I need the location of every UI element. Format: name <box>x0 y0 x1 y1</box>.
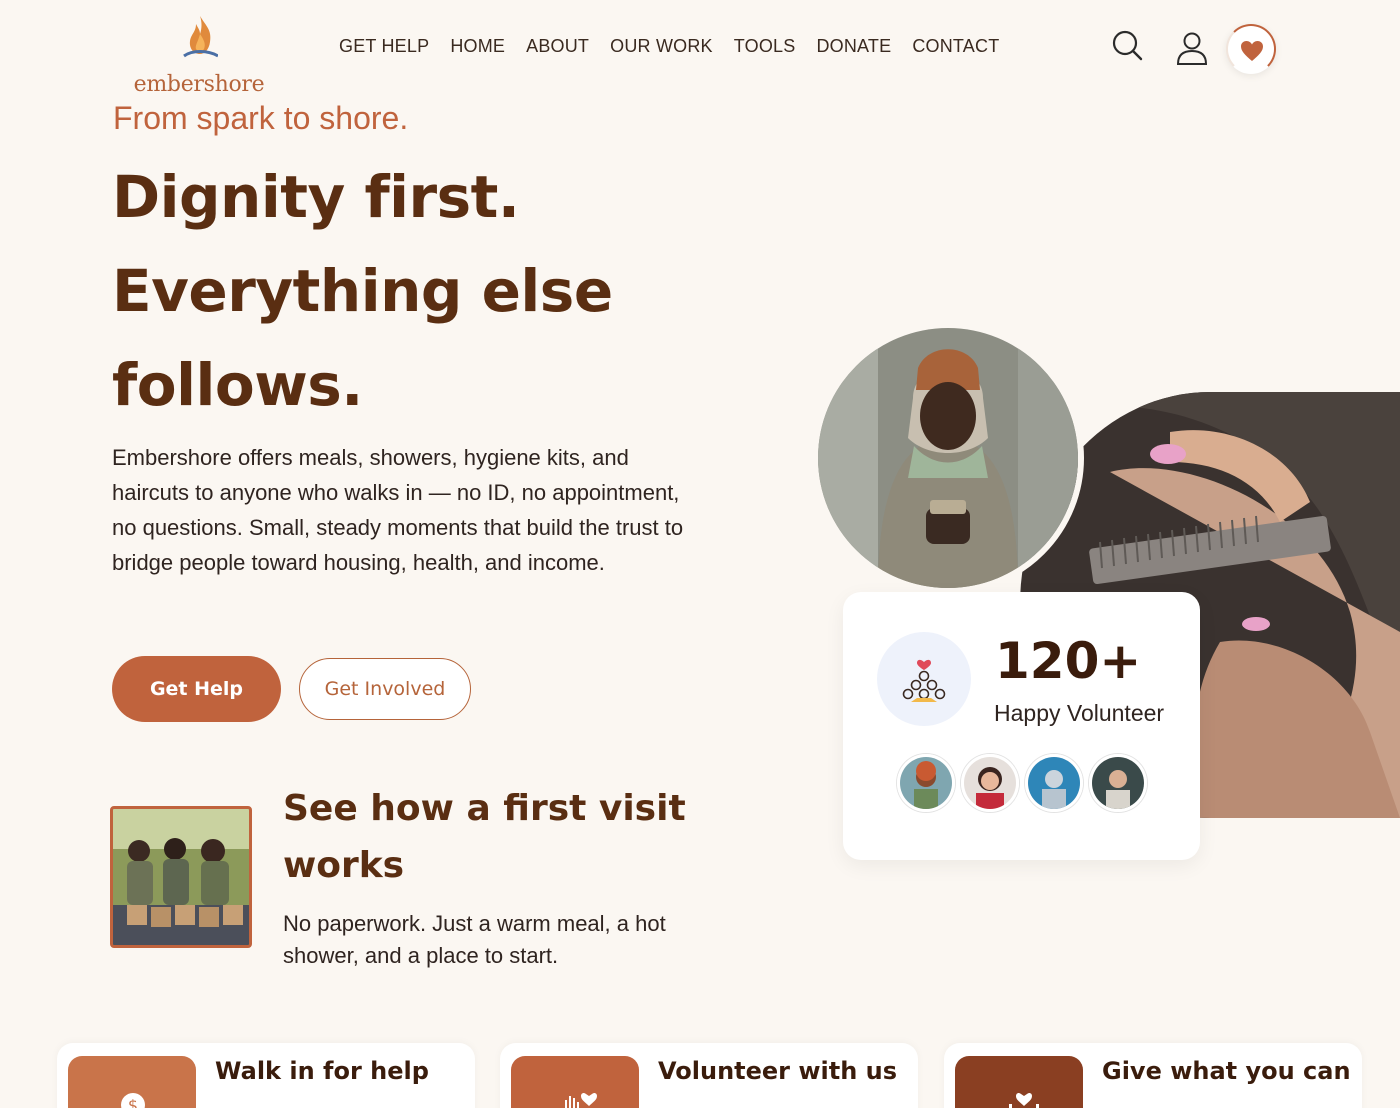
nav-item-home[interactable]: HOME <box>450 36 505 57</box>
nav-item-tools[interactable]: TOOLS <box>734 36 796 57</box>
avatar <box>897 754 955 812</box>
card-title: Give what you can <box>1102 1057 1351 1085</box>
user-icon[interactable] <box>1174 30 1210 66</box>
avatar <box>1089 754 1147 812</box>
heart-icon <box>1241 41 1263 61</box>
nav-item-our-work[interactable]: OUR WORK <box>610 36 713 57</box>
hero-title-line: follows. <box>112 351 363 419</box>
brand-logo[interactable]: embershore <box>132 14 266 97</box>
card-give[interactable]: Give what you can <box>944 1043 1362 1108</box>
hero-title-line: Dignity first. <box>112 163 520 231</box>
donate-heart-button[interactable] <box>1226 24 1276 74</box>
heart-hands-icon <box>1009 1092 1039 1108</box>
brand-name: embershore <box>133 72 265 97</box>
card-walk-in[interactable]: $ Walk in for help <box>57 1043 475 1108</box>
card-title: Volunteer with us <box>658 1057 898 1085</box>
main-nav: GET HELP HOME ABOUT OUR WORK TOOLS DONAT… <box>339 36 1020 57</box>
hero-title-line: Everything else <box>112 257 613 325</box>
avatar <box>961 754 1019 812</box>
nav-item-about[interactable]: ABOUT <box>526 36 589 57</box>
card-volunteer[interactable]: Volunteer with us <box>500 1043 918 1108</box>
get-help-button[interactable]: Get Help <box>112 656 281 722</box>
card-image: $ <box>68 1056 196 1108</box>
hero-description: Embershore offers meals, showers, hygien… <box>112 445 684 575</box>
volunteer-count: 120+ <box>995 632 1142 690</box>
avatar <box>1025 754 1083 812</box>
hero-tagline: From spark to shore. <box>113 100 409 136</box>
svg-text:$: $ <box>128 1096 138 1108</box>
video-section-text: No paperwork. Just a warm meal, a hot sh… <box>283 911 666 968</box>
volunteer-avatars <box>897 754 1147 812</box>
nav-item-contact[interactable]: CONTACT <box>912 36 999 57</box>
video-thumbnail[interactable] <box>110 806 252 948</box>
video-section-title: See how a first visit works <box>283 788 686 886</box>
hero-title: Dignity first. Everything else follows. <box>112 150 732 432</box>
volunteer-group-icon <box>877 632 971 726</box>
card-image <box>955 1056 1083 1108</box>
dollar-icon: $ <box>121 1093 145 1108</box>
volunteer-stats-card: 120+ Happy Volunteer <box>843 592 1200 860</box>
guest-portrait-photo <box>812 322 1084 594</box>
card-title: Walk in for help <box>215 1057 429 1085</box>
volunteer-label: Happy Volunteer <box>994 700 1165 726</box>
card-image <box>511 1056 639 1108</box>
flame-icon <box>183 16 218 58</box>
nav-item-donate[interactable]: DONATE <box>816 36 891 57</box>
search-icon[interactable] <box>1110 28 1146 64</box>
hand-heart-icon <box>565 1092 597 1108</box>
get-involved-button[interactable]: Get Involved <box>299 658 471 720</box>
nav-item-get-help[interactable]: GET HELP <box>339 36 429 57</box>
